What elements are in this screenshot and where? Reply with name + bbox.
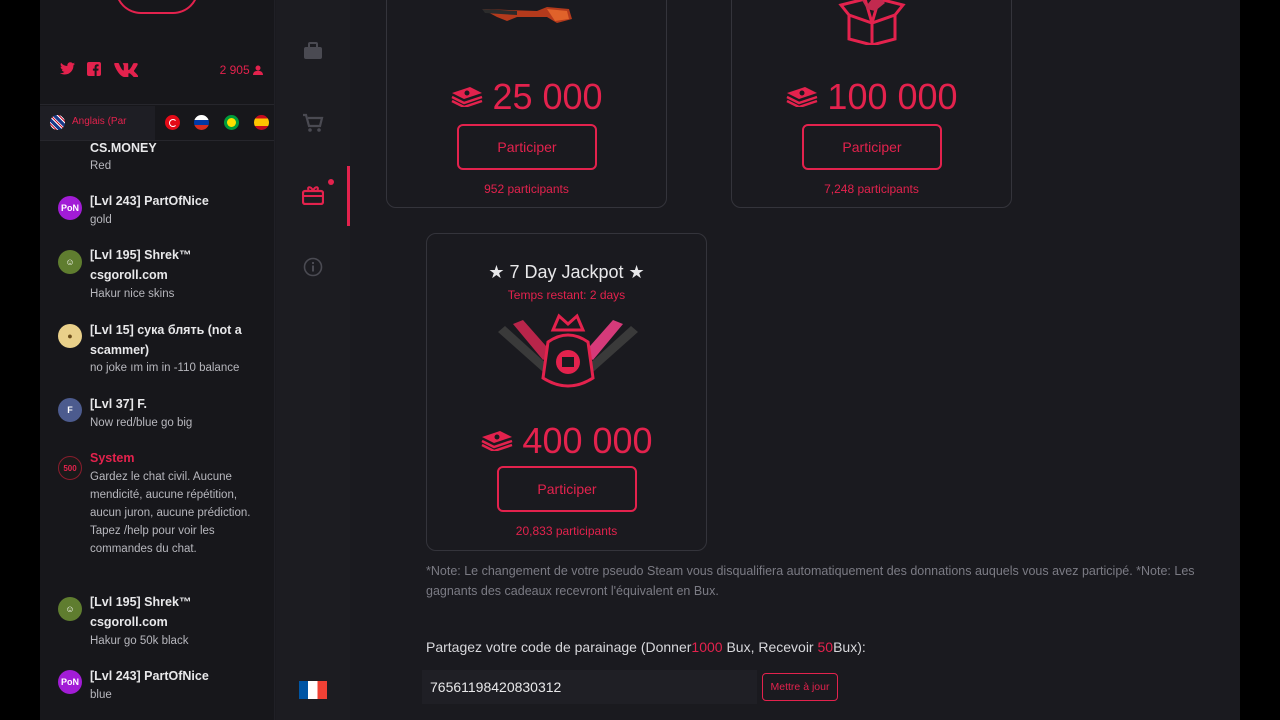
- referral-label-text: Partagez votre code de parainage (Donner: [426, 639, 692, 655]
- briefcase-icon[interactable]: [302, 40, 324, 62]
- prize-amount: 400 000: [427, 419, 706, 461]
- update-button[interactable]: Mettre à jour: [762, 673, 838, 701]
- participate-button[interactable]: Participer: [802, 124, 942, 170]
- facebook-icon[interactable]: [87, 62, 101, 79]
- participants-count: 952 participants: [484, 182, 569, 196]
- vk-icon[interactable]: [114, 63, 139, 80]
- chat-username[interactable]: [Lvl 37] F.: [90, 394, 265, 414]
- france-flag-icon[interactable]: [299, 681, 327, 699]
- prize-amount-value: 100 000: [827, 76, 958, 117]
- app-window: 2 905 Anglais (Par CS.MONEY Red PoN [Lvl…: [40, 0, 1240, 720]
- jackpot-bag-image: [493, 312, 643, 396]
- money-stack-icon: [785, 75, 819, 109]
- giveaways-main: 25 000 Participer 952 participants 100 0…: [350, 0, 1240, 720]
- money-stack-icon: [450, 75, 484, 109]
- avatar[interactable]: PoN: [58, 196, 82, 220]
- avatar[interactable]: PoN: [58, 670, 82, 694]
- case-image: [837, 0, 907, 47]
- give-amount: 1000: [691, 639, 723, 655]
- chat-text: blue: [90, 689, 112, 701]
- russia-flag-icon[interactable]: [194, 115, 209, 130]
- chat-username[interactable]: [Lvl 195] Shrek™ csgoroll.com: [90, 592, 265, 632]
- chat-username[interactable]: CS.MONEY: [90, 138, 265, 152]
- uk-flag-icon: [50, 115, 65, 130]
- referral-label: Partagez votre code de parainage (Donner…: [426, 639, 866, 655]
- twitter-icon[interactable]: [60, 62, 75, 78]
- chat-text: Hakur nice skins: [90, 288, 175, 300]
- participants-count: 7,248 participants: [824, 182, 919, 196]
- language-label: Anglais (Par: [72, 116, 127, 127]
- time-remaining: Temps restant: 2 days: [507, 288, 626, 302]
- rifle-image: [477, 0, 577, 37]
- avatar: 500: [58, 456, 82, 480]
- giveaway-card: 25 000 Participer 952 participants: [386, 0, 667, 208]
- chat-username[interactable]: [Lvl 243] PartOfNice: [90, 191, 265, 211]
- cart-icon[interactable]: [302, 112, 324, 134]
- spain-flag-icon[interactable]: [254, 115, 269, 130]
- chat-text: Red: [90, 160, 112, 172]
- chat-text: no joke ım im in -110 balance: [90, 362, 240, 374]
- prize-amount-value: 400 000: [522, 420, 653, 461]
- nav-rail: [276, 0, 350, 720]
- prize-amount: 25 000: [387, 75, 666, 117]
- turkey-flag-icon[interactable]: [165, 115, 180, 130]
- chat-text: Hakur go 50k black: [90, 635, 189, 647]
- avatar[interactable]: ☺: [58, 597, 82, 621]
- participate-button[interactable]: Participer: [497, 466, 637, 512]
- prize-amount-value: 25 000: [492, 76, 603, 117]
- chat-text: Gardez le chat civil. Aucune mendicité, …: [90, 471, 251, 555]
- chat-username[interactable]: [Lvl 243] PartOfNice: [90, 666, 265, 686]
- giveaway-card: 100 000 Participer 7,248 participants: [731, 0, 1012, 208]
- jackpot-title: ★ 7 Day Jackpot ★: [488, 262, 645, 282]
- divider: [40, 104, 274, 105]
- user-icon: [253, 63, 263, 79]
- participants-count: 20,833 participants: [515, 524, 618, 538]
- avatar[interactable]: F: [58, 398, 82, 422]
- info-icon[interactable]: [302, 256, 324, 278]
- avatar[interactable]: ☺: [58, 250, 82, 274]
- social-links: 2 905: [60, 62, 265, 80]
- language-selector: Anglais (Par: [40, 106, 274, 140]
- receive-amount: 50: [817, 639, 834, 655]
- chat-panel: 2 905 Anglais (Par CS.MONEY Red PoN [Lvl…: [40, 0, 275, 720]
- brazil-flag-icon[interactable]: [224, 115, 239, 130]
- gift-icon[interactable]: [302, 184, 324, 206]
- chat-text: gold: [90, 214, 112, 226]
- disclaimer-note: *Note: Le changement de votre pseudo Ste…: [426, 564, 1195, 598]
- participate-button[interactable]: Participer: [457, 124, 597, 170]
- chat-username[interactable]: [Lvl 15] сука блять (not a scammer): [90, 320, 265, 360]
- notification-dot: [328, 179, 334, 185]
- avatar[interactable]: ●: [58, 324, 82, 348]
- money-stack-icon: [480, 419, 514, 453]
- jackpot-card: ★ 7 Day Jackpot ★ Temps restant: 2 days: [426, 233, 707, 551]
- online-count: 2 905: [220, 62, 263, 79]
- prize-amount: 100 000: [732, 75, 1011, 117]
- referral-code-input[interactable]: [422, 670, 757, 704]
- referral-label-text: Bux, Recevoir: [722, 639, 818, 655]
- referral-label-text: Bux):: [833, 639, 866, 655]
- user-avatar-ring[interactable]: [115, 0, 199, 14]
- online-count-value: 2 905: [219, 63, 250, 77]
- chat-text: Now red/blue go big: [90, 417, 193, 429]
- language-current[interactable]: Anglais (Par: [40, 106, 155, 140]
- chat-username[interactable]: [Lvl 195] Shrek™ csgoroll.com: [90, 245, 265, 285]
- chat-username: System: [90, 451, 135, 465]
